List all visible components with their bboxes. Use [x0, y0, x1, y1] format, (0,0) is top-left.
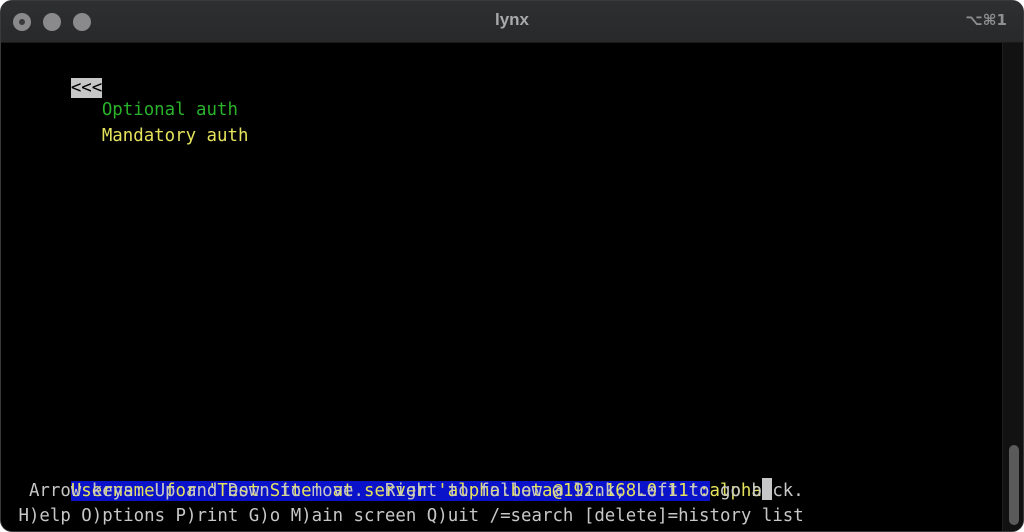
title-bar: lynx ⌥⌘1: [1, 1, 1023, 43]
tab-shortcut: ⌥⌘1: [965, 11, 1007, 29]
username-prompt: Username for 'Test Site' at server 'alph…: [8, 453, 772, 501]
scrollbar-thumb[interactable]: [1009, 445, 1019, 525]
window-title: lynx: [494, 10, 530, 29]
help-line-navigation: Arrow keys: Up and Down to move. Right t…: [8, 481, 804, 501]
link-mandatory-auth-line: Mandatory auth: [39, 99, 249, 146]
terminal-content[interactable]: <<< Optional auth Mandatory auth Usernam…: [1, 43, 1023, 531]
help-line-commands: H)elp O)ptions P)rint G)o M)ain screen Q…: [8, 506, 804, 526]
link-mandatory-auth[interactable]: Mandatory auth: [102, 126, 249, 146]
terminal-window: lynx ⌥⌘1 <<< Optional auth Mandatory aut…: [0, 0, 1024, 532]
scrollbar[interactable]: [1002, 43, 1023, 531]
link-optional-auth-line: Optional auth: [39, 73, 238, 120]
